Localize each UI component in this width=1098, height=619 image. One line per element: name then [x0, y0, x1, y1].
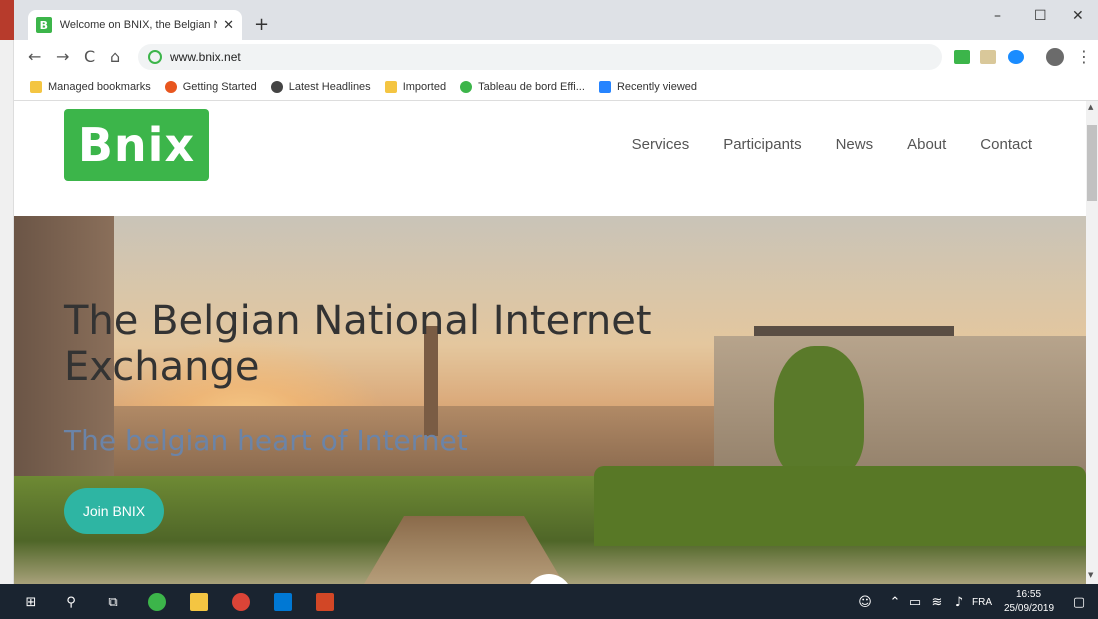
powerpoint-icon[interactable] — [316, 593, 334, 611]
people-icon[interactable]: ☺ — [856, 593, 874, 611]
page-scrollbar[interactable]: ▲ ▼ — [1086, 101, 1098, 584]
site-header: Bnix Services Participants News About Co… — [14, 101, 1086, 216]
back-button[interactable]: ← — [28, 47, 41, 66]
site-info-icon[interactable] — [148, 50, 162, 64]
site-nav: Services Participants News About Contact — [598, 136, 1032, 153]
nav-services[interactable]: Services — [632, 136, 690, 153]
confluence-icon — [598, 81, 611, 93]
windows-start-icon[interactable]: ⊞ — [22, 593, 40, 611]
volume-icon[interactable]: ♪ — [950, 593, 968, 611]
nav-participants[interactable]: Participants — [723, 136, 801, 153]
home-button[interactable]: ⌂ — [110, 47, 120, 66]
hero-banner: The Belgian National Internet Exchange T… — [14, 216, 1086, 584]
bookmark-item[interactable]: Getting Started — [164, 81, 257, 93]
firefox-icon — [164, 81, 177, 93]
minimize-button[interactable]: – — [994, 8, 1001, 24]
tab-bar: B Welcome on BNIX, the Belgian N ✕ + – ☐… — [14, 0, 1098, 40]
windows-taskbar: ⊞ ⚲ ⧉ ☺ ⌃ ▭ ≋ ♪ FRA 16:55 25/09/2019 ▢ — [0, 584, 1098, 619]
file-explorer-icon[interactable] — [190, 593, 208, 611]
chevron-up-icon[interactable]: ⌃ — [886, 593, 904, 611]
hero-title: The Belgian National Internet Exchange — [64, 298, 652, 390]
new-tab-button[interactable]: + — [254, 14, 269, 35]
address-bar[interactable]: www.bnix.net — [138, 44, 942, 70]
maximize-button[interactable]: ☐ — [1034, 8, 1047, 24]
tree — [774, 346, 864, 476]
search-icon[interactable]: ⚲ — [62, 593, 80, 611]
bookmark-label: Recently viewed — [616, 81, 698, 93]
folder-icon — [384, 81, 397, 93]
tab-title: Welcome on BNIX, the Belgian N — [59, 19, 218, 31]
scroll-down-icon[interactable]: ▼ — [1088, 571, 1093, 579]
close-tab-icon[interactable]: ✕ — [223, 18, 234, 33]
background-window-edge — [0, 40, 14, 584]
leaf-icon — [460, 81, 473, 93]
bookmark-item[interactable]: Recently viewed — [598, 81, 698, 93]
forward-button[interactable]: → — [56, 47, 69, 66]
extension-icon[interactable] — [1008, 50, 1024, 64]
clock-date[interactable]: 25/09/2019 — [1004, 603, 1054, 614]
task-view-icon[interactable]: ⧉ — [104, 593, 122, 611]
extension-icon[interactable] — [980, 50, 996, 64]
bnix-logo[interactable]: Bnix — [64, 109, 209, 181]
reload-button[interactable]: C — [84, 47, 95, 66]
bookmarks-bar: Managed bookmarks Getting Started Latest… — [14, 74, 1098, 101]
garden-hedges — [594, 466, 1086, 546]
notification-icon[interactable]: ▢ — [1070, 593, 1088, 611]
extension-icon[interactable] — [954, 50, 970, 64]
nav-about[interactable]: About — [907, 136, 946, 153]
globe-icon — [270, 81, 283, 93]
bookmark-label: Latest Headlines — [288, 81, 371, 93]
bookmark-label: Tableau de bord Effi... — [478, 81, 585, 93]
screen: B Welcome on BNIX, the Belgian N ✕ + – ☐… — [0, 0, 1098, 619]
chrome-icon[interactable] — [232, 593, 250, 611]
clock-time[interactable]: 16:55 — [1016, 589, 1041, 600]
language-indicator[interactable]: FRA — [972, 597, 992, 608]
battery-icon[interactable]: ▭ — [906, 593, 924, 611]
bookmark-label: Getting Started — [182, 81, 257, 93]
browser-toolbar: ← → C ⌂ www.bnix.net ⋮ — [14, 40, 1098, 74]
scroll-thumb[interactable] — [1087, 125, 1097, 201]
bookmark-item[interactable]: Managed bookmarks — [30, 81, 151, 93]
background-window-edge — [0, 0, 14, 40]
url-text[interactable]: www.bnix.net — [170, 50, 241, 64]
browser-chrome: B Welcome on BNIX, the Belgian N ✕ + – ☐… — [14, 0, 1098, 101]
bookmark-label: Imported — [402, 81, 447, 93]
nav-news[interactable]: News — [836, 136, 874, 153]
bookmark-item[interactable]: Latest Headlines — [270, 81, 371, 93]
bookmark-label: Managed bookmarks — [48, 81, 151, 93]
wifi-icon[interactable]: ≋ — [928, 593, 946, 611]
menu-icon[interactable]: ⋮ — [1076, 47, 1092, 66]
web-page: Bnix Services Participants News About Co… — [14, 101, 1086, 584]
scroll-up-icon[interactable]: ▲ — [1088, 103, 1093, 111]
outlook-icon[interactable] — [274, 593, 292, 611]
close-window-button[interactable]: ✕ — [1072, 8, 1084, 24]
folder-icon — [30, 81, 42, 93]
join-bnix-button[interactable]: Join BNIX — [64, 488, 164, 534]
bnix-favicon-icon: B — [36, 17, 52, 33]
hero-subtitle: The belgian heart of Internet — [64, 424, 468, 457]
nav-contact[interactable]: Contact — [980, 136, 1032, 153]
bookmark-item[interactable]: Tableau de bord Effi... — [460, 81, 585, 93]
app-icon[interactable] — [148, 593, 166, 611]
profile-avatar[interactable] — [1046, 48, 1064, 66]
bookmark-item[interactable]: Imported — [384, 81, 447, 93]
active-tab[interactable]: B Welcome on BNIX, the Belgian N ✕ — [28, 10, 242, 40]
